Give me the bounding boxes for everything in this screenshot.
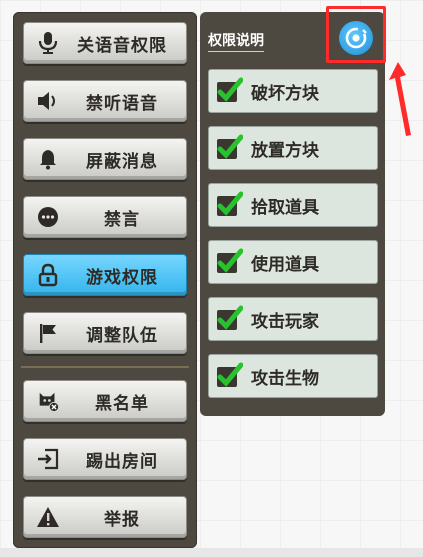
permissions-panel: 权限说明 破坏方块 放置方块 拾取道具 使用道具 攻击玩家 攻击生物 (200, 12, 385, 416)
permission-attack-players[interactable]: 攻击玩家 (208, 297, 378, 341)
permission-place-blocks[interactable]: 放置方块 (208, 126, 378, 170)
adjust-team-label: 调整队伍 (86, 325, 158, 346)
checkbox-checked-icon[interactable] (215, 305, 244, 333)
blacklist-label: 黑名单 (95, 393, 149, 414)
game-permission-label: 游戏权限 (86, 267, 158, 288)
permission-label: 放置方块 (251, 140, 319, 161)
permission-label: 使用道具 (251, 254, 319, 275)
checkbox-checked-icon[interactable] (215, 134, 244, 162)
permission-pick-items[interactable]: 拾取道具 (208, 183, 378, 227)
permission-attack-creatures[interactable]: 攻击生物 (208, 354, 378, 398)
permissions-title[interactable]: 权限说明 (208, 30, 264, 52)
warning-icon (36, 505, 60, 529)
voice-permission-button[interactable]: 关语音权限 (23, 22, 187, 64)
kick-out-label: 踢出房间 (86, 451, 158, 472)
adjust-team-button[interactable]: 调整队伍 (23, 312, 187, 354)
settings-highlight-box (326, 6, 386, 63)
action-menu-panel: 关语音权限 禁听语音 屏蔽消息 禁言 游戏权限 调整队伍 黑名单 踢出房间 举报 (13, 12, 197, 548)
mute-listen-button[interactable]: 禁听语音 (23, 80, 187, 122)
report-label: 举报 (104, 509, 140, 530)
checkbox-checked-icon[interactable] (215, 362, 244, 390)
block-messages-label: 屏蔽消息 (86, 151, 158, 172)
bottom-strip (0, 548, 423, 557)
permission-break-blocks[interactable]: 破坏方块 (208, 69, 378, 113)
permission-label: 拾取道具 (251, 197, 319, 218)
mute-chat-button[interactable]: 禁言 (23, 196, 187, 238)
checkbox-checked-icon[interactable] (215, 77, 244, 105)
checkbox-checked-icon[interactable] (215, 248, 244, 276)
permission-use-items[interactable]: 使用道具 (208, 240, 378, 284)
mute-chat-label: 禁言 (104, 209, 140, 230)
mute-listen-label: 禁听语音 (86, 93, 158, 114)
block-messages-button[interactable]: 屏蔽消息 (23, 138, 187, 180)
permission-label: 攻击玩家 (251, 311, 319, 332)
voice-permission-label: 关语音权限 (77, 35, 167, 56)
highlight-arrow-icon (389, 62, 411, 136)
blocked-user-icon (36, 389, 60, 413)
permission-label: 攻击生物 (251, 368, 319, 389)
report-button[interactable]: 举报 (23, 496, 187, 538)
blacklist-button[interactable]: 黑名单 (23, 380, 187, 422)
flag-icon (36, 321, 60, 345)
lock-icon (36, 263, 60, 287)
kick-out-button[interactable]: 踢出房间 (23, 438, 187, 480)
exit-room-icon (36, 447, 60, 471)
bell-icon (36, 147, 60, 171)
menu-divider (21, 366, 189, 368)
checkbox-checked-icon[interactable] (215, 191, 244, 219)
game-permission-button[interactable]: 游戏权限 (23, 254, 187, 296)
microphone-icon (36, 31, 60, 55)
speaker-mute-icon (36, 89, 60, 113)
permission-label: 破坏方块 (251, 83, 319, 104)
chat-bubble-icon (36, 205, 60, 229)
